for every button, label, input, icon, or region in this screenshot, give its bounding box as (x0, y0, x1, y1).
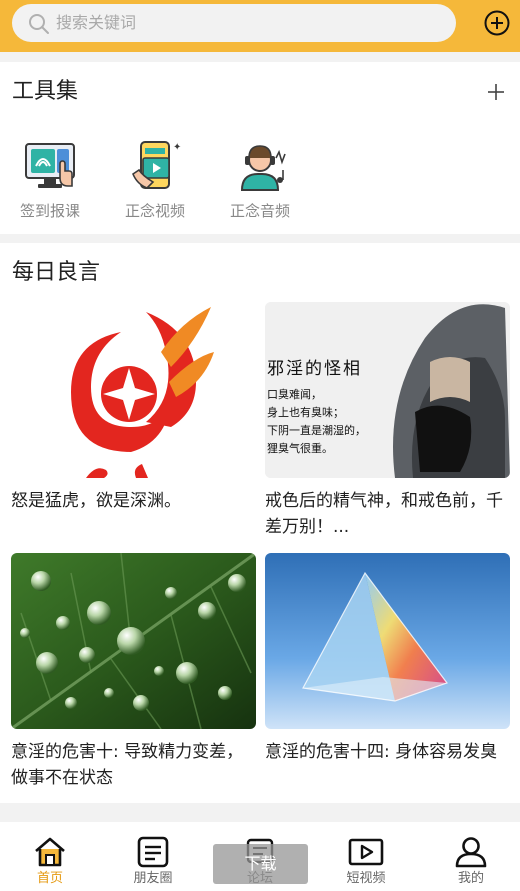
fingerprint-checkin-icon (0, 138, 100, 194)
add-circle-icon[interactable] (484, 10, 510, 40)
tab-short-video[interactable]: 短视频 (326, 836, 406, 887)
plus-icon[interactable] (486, 82, 506, 106)
image-caption-line: 口臭难闻， (267, 388, 322, 401)
tab-home[interactable]: 首页 (10, 836, 90, 887)
home-icon (10, 836, 90, 868)
image-caption-line: 身上也有臭味； (267, 406, 344, 419)
quotes-section: 每日良言 怒是猛虎，欲是深渊。 邪淫的怪相 口臭难闻， 身上也有臭味； 下阴一直… (0, 243, 520, 803)
top-header: 搜索关键词 (0, 0, 520, 52)
tool-label: 签到报课 (19, 202, 80, 220)
headset-audio-icon (210, 138, 310, 194)
quote-text: 意淫的危害十四: 身体容易发臭 (265, 742, 498, 762)
hooded-figure-with-calligraphy: 邪淫的怪相 口臭难闻， 身上也有臭味； 下阴一直是潮湿的， 狸臭气很重。 (265, 302, 510, 478)
image-caption-line: 下阴一直是潮湿的， (267, 424, 366, 437)
quote-card[interactable]: 意淫的危害十四: 身体容易发臭 (265, 553, 510, 765)
tab-profile[interactable]: 我的 (431, 836, 511, 887)
search-placeholder: 搜索关键词 (56, 13, 137, 32)
download-button[interactable]: 下载 (213, 844, 308, 884)
bottom-tab-bar: 首页 朋友圈 论坛 短视频 我的 下载 (0, 822, 520, 891)
image-caption-line: 狸臭气很重。 (267, 442, 333, 455)
tab-label: 短视频 (346, 871, 386, 886)
red-flame-star-logo (11, 302, 256, 478)
water-drops-on-leaf (11, 553, 256, 729)
tools-title: 工具集 (12, 79, 79, 104)
tool-label: 正念视频 (124, 202, 185, 220)
svg-text:✦: ✦ (173, 142, 181, 153)
tools-section: 工具集 签到报课 ✦ 正念视频 正念音频 (0, 62, 520, 234)
quote-card[interactable]: 意淫的危害十: 导致精力变差，做事不在状态 (11, 553, 256, 791)
profile-icon (431, 836, 511, 868)
glass-prism-pyramid (265, 553, 510, 729)
tab-label: 我的 (457, 871, 484, 886)
quote-text: 意淫的危害十: 导致精力变差，做事不在状态 (11, 742, 244, 788)
tab-moments[interactable]: 朋友圈 (113, 836, 193, 887)
search-input[interactable]: 搜索关键词 (12, 4, 456, 42)
tab-label: 首页 (36, 871, 63, 886)
search-icon (28, 13, 50, 39)
tool-audio[interactable]: 正念音频 (210, 138, 310, 228)
tab-label: 朋友圈 (133, 871, 173, 886)
tool-video[interactable]: ✦ 正念视频 (105, 138, 205, 228)
tool-label: 正念音频 (229, 202, 290, 220)
moments-icon (113, 836, 193, 868)
image-caption-title: 邪淫的怪相 (267, 359, 362, 379)
video-phone-icon: ✦ (105, 138, 205, 194)
quote-card[interactable]: 怒是猛虎，欲是深渊。 (11, 302, 256, 514)
quote-text: 戒色后的精气神，和戒色前，千差万别！... (265, 491, 503, 537)
tool-checkin[interactable]: 签到报课 (0, 138, 100, 228)
quotes-title: 每日良言 (12, 260, 101, 285)
quote-text: 怒是猛虎，欲是深渊。 (11, 491, 181, 511)
quote-card[interactable]: 邪淫的怪相 口臭难闻， 身上也有臭味； 下阴一直是潮湿的， 狸臭气很重。 戒色后… (265, 302, 510, 540)
short-video-icon (326, 836, 406, 868)
